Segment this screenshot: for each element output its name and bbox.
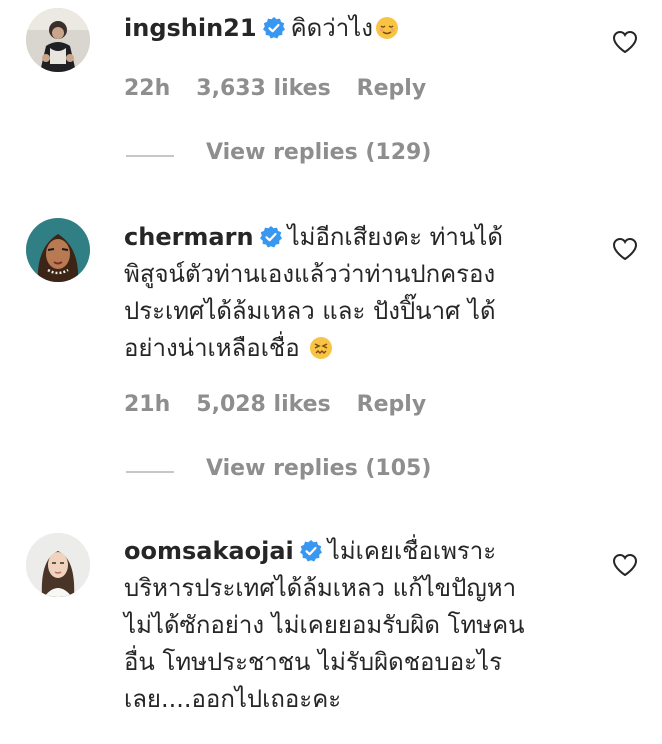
- comment-text: อย่างน่าเหลือเชื่อ: [124, 330, 594, 367]
- verified-badge-icon: [262, 13, 285, 39]
- comment-line: คิดว่าไง: [290, 14, 373, 42]
- reply-button[interactable]: Reply: [357, 76, 427, 101]
- avatar[interactable]: [26, 218, 90, 282]
- comment-line: อื่น โทษประชาชน ไม่รับผิดชอบอะไร: [124, 648, 502, 676]
- reply-button[interactable]: Reply: [357, 392, 427, 417]
- comment-meta: 22h 3,633 likes Reply: [124, 76, 452, 101]
- view-replies-label: View replies (105): [206, 456, 432, 481]
- divider: [126, 471, 174, 473]
- comment-text: oomsakaojai ไม่เคยเชื่อเพราะ: [124, 533, 594, 570]
- comment-line: ไม่ได้ซักอย่าง ไม่เคยยอมรับผิด โทษคน: [124, 611, 525, 639]
- likes-count[interactable]: 5,028 likes: [196, 392, 330, 417]
- like-heart-icon[interactable]: [612, 237, 638, 261]
- confounded-face-icon: [309, 334, 333, 359]
- username[interactable]: oomsakaojai: [124, 537, 294, 565]
- like-heart-icon[interactable]: [612, 30, 638, 54]
- divider: [126, 155, 174, 157]
- username[interactable]: ingshin21: [124, 14, 257, 42]
- comment-line: บริหารประเทศได้ล้มเหลว แก้ไขปัญหา: [124, 574, 517, 602]
- verified-badge-icon: [259, 222, 282, 248]
- like-heart-icon[interactable]: [612, 553, 638, 577]
- timestamp: 22h: [124, 76, 171, 101]
- comment-line: เลย....ออกไปเถอะคะ: [124, 685, 342, 713]
- avatar[interactable]: [26, 533, 90, 597]
- view-replies-label: View replies (129): [206, 140, 432, 165]
- avatar[interactable]: [26, 8, 90, 72]
- username[interactable]: chermarn: [124, 223, 254, 251]
- comment-text: chermarn ไม่อีกเสียงคะ ท่านได้: [124, 219, 594, 256]
- comment-line: ไม่เคยเชื่อเพราะ: [327, 537, 497, 565]
- verified-badge-icon: [299, 536, 322, 562]
- comment-meta: 21h 5,028 likes Reply: [124, 392, 452, 417]
- comment-line: ไม่อีกเสียงคะ ท่านได้: [287, 223, 503, 251]
- relieved-face-icon: [375, 14, 399, 39]
- comment-line: พิสูจน์ตัวท่านเองแล้วว่าท่านปกครอง: [124, 260, 496, 288]
- comment-text: ingshin21 คิดว่าไง: [124, 10, 594, 47]
- comment-line: อย่างน่าเหลือเชื่อ: [124, 334, 300, 362]
- likes-count[interactable]: 3,633 likes: [196, 76, 330, 101]
- timestamp: 21h: [124, 392, 171, 417]
- comment-line: ประเทศได้ล้มเหลว และ ปังปิ๊นาศ ได้: [124, 297, 496, 325]
